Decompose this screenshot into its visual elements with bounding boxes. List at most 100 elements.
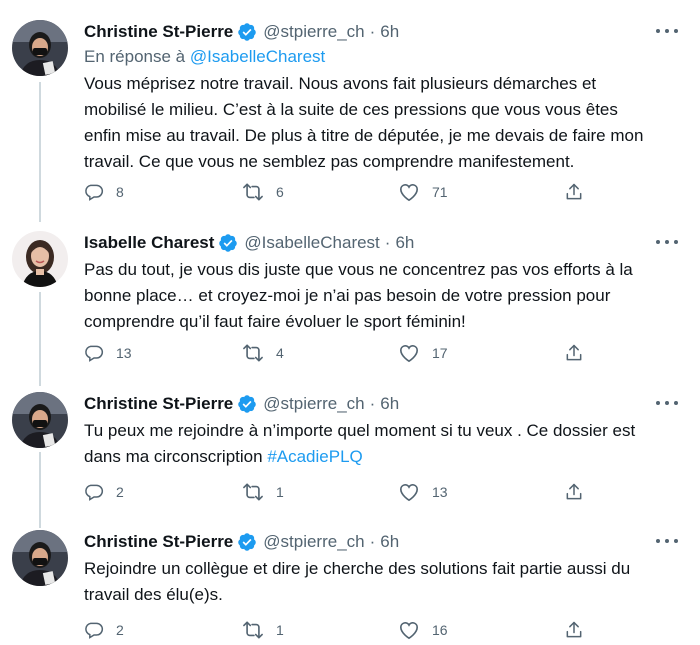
tweet-text-line: dans ma circonscription #AcadiePLQ (84, 444, 684, 470)
reply-button[interactable]: 2 (84, 618, 124, 642)
like-button[interactable]: 13 (398, 480, 448, 504)
separator: · (384, 233, 391, 252)
tweet-actions: 8 6 71 (0, 180, 700, 204)
like-button[interactable]: 71 (398, 180, 448, 204)
avatar[interactable] (12, 530, 68, 586)
retweet-button[interactable]: 4 (242, 341, 284, 365)
tweet-text-segment: dans ma circonscription (84, 447, 268, 466)
like-count: 13 (432, 484, 448, 500)
share-button[interactable] (564, 341, 584, 365)
retweet-button[interactable]: 6 (242, 180, 284, 204)
reply-context: En réponse à @IsabelleCharest (84, 47, 325, 67)
retweet-icon (243, 183, 263, 201)
tweet[interactable]: Isabelle Charest @IsabelleCharest · 6h P… (0, 231, 700, 371)
author-name[interactable]: Christine St-Pierre (84, 532, 233, 552)
tweet[interactable]: Christine St-Pierre @stpierre_ch · 6h Tu… (0, 392, 700, 502)
share-icon (566, 483, 582, 500)
tweet-header: Christine St-Pierre @stpierre_ch · 6h (84, 20, 399, 44)
reply-prefix: En réponse à (84, 47, 186, 66)
tweet-text-line: Tu peux me rejoindre à n’importe quel mo… (84, 421, 636, 440)
reply-button[interactable]: 13 (84, 341, 132, 365)
author-handle[interactable]: @IsabelleCharest (244, 233, 379, 253)
reply-button[interactable]: 8 (84, 180, 124, 204)
avatar[interactable] (12, 20, 68, 76)
timestamp[interactable]: 6h (395, 233, 414, 253)
retweet-button[interactable]: 1 (242, 618, 284, 642)
tweet-text-line: Pas du tout, je vous dis juste que vous … (84, 260, 633, 279)
tweet-actions: 13 4 17 (0, 341, 700, 365)
separator: · (369, 394, 376, 413)
share-button[interactable] (564, 180, 584, 204)
tweet-text-line: comprendre qu’il faut faire évoluer le s… (84, 312, 466, 331)
tweet-text-line: travail. Ce que vous ne semblez pas comp… (84, 152, 575, 171)
more-options-icon[interactable] (656, 534, 678, 548)
share-button[interactable] (564, 618, 584, 642)
avatar[interactable] (12, 392, 68, 448)
reply-icon (85, 345, 104, 362)
like-count: 16 (432, 622, 448, 638)
retweet-icon (243, 621, 263, 639)
reply-count: 2 (116, 484, 124, 500)
author-name[interactable]: Christine St-Pierre (84, 394, 233, 414)
retweet-button[interactable]: 1 (242, 480, 284, 504)
more-options-icon[interactable] (656, 396, 678, 410)
share-icon (566, 183, 582, 200)
retweet-icon (243, 344, 263, 362)
retweet-count: 4 (276, 345, 284, 361)
tweet-text-line: travail des élu(e)s. (84, 585, 223, 604)
tweet-header: Isabelle Charest @IsabelleCharest · 6h (84, 231, 414, 255)
separator: · (369, 22, 376, 41)
hashtag-link[interactable]: #AcadiePLQ (267, 447, 362, 466)
tweet-text-line: bonne place… et croyez-moi je n’ai pas b… (84, 286, 611, 305)
like-button[interactable]: 17 (398, 341, 448, 365)
more-options-icon[interactable] (656, 24, 678, 38)
share-icon (566, 344, 582, 361)
tweet-text: Pas du tout, je vous dis juste que vous … (84, 257, 684, 335)
tweet-header: Christine St-Pierre @stpierre_ch · 6h (84, 392, 399, 416)
reply-icon (85, 184, 104, 201)
author-name[interactable]: Christine St-Pierre (84, 22, 233, 42)
heart-icon (399, 345, 419, 363)
tweet-text-line: mobilisé le milieu. C’est à la suite de … (84, 100, 618, 119)
verified-badge-icon (237, 394, 257, 414)
retweet-count: 6 (276, 184, 284, 200)
author-handle[interactable]: @stpierre_ch (263, 394, 364, 414)
author-handle[interactable]: @stpierre_ch (263, 22, 364, 42)
tweet[interactable]: Christine St-Pierre @stpierre_ch · 6h Re… (0, 530, 700, 640)
reply-button[interactable]: 2 (84, 480, 124, 504)
retweet-count: 1 (276, 622, 284, 638)
tweet-text-line: Vous méprisez notre travail. Nous avons … (84, 74, 597, 93)
timestamp[interactable]: 6h (380, 532, 399, 552)
like-count: 71 (432, 184, 448, 200)
like-button[interactable]: 16 (398, 618, 448, 642)
avatar[interactable] (12, 231, 68, 287)
reply-icon (85, 622, 104, 639)
more-options-icon[interactable] (656, 235, 678, 249)
verified-badge-icon (237, 532, 257, 552)
author-name[interactable]: Isabelle Charest (84, 233, 214, 253)
reply-mention-link[interactable]: @IsabelleCharest (190, 47, 325, 66)
tweet-text: Rejoindre un collègue et dire je cherche… (84, 556, 684, 608)
share-button[interactable] (564, 480, 584, 504)
timestamp[interactable]: 6h (380, 394, 399, 414)
author-handle[interactable]: @stpierre_ch (263, 532, 364, 552)
separator: · (369, 532, 376, 551)
verified-badge-icon (237, 22, 257, 42)
share-icon (566, 621, 582, 638)
tweet[interactable]: Christine St-Pierre @stpierre_ch · 6h En… (0, 20, 700, 210)
heart-icon (399, 484, 419, 502)
reply-icon (85, 484, 104, 501)
verified-badge-icon (218, 233, 238, 253)
tweet-text-line: Rejoindre un collègue et dire je cherche… (84, 559, 631, 578)
timestamp[interactable]: 6h (380, 22, 399, 42)
tweet-actions: 2 1 16 (0, 618, 700, 642)
retweet-count: 1 (276, 484, 284, 500)
like-count: 17 (432, 345, 448, 361)
tweet-text-line: enfin mise au travail. De plus à titre d… (84, 126, 644, 145)
heart-icon (399, 622, 419, 640)
retweet-icon (243, 483, 263, 501)
reply-count: 8 (116, 184, 124, 200)
tweet-text: Vous méprisez notre travail. Nous avons … (84, 71, 684, 175)
tweet-text: Tu peux me rejoindre à n’importe quel mo… (84, 418, 684, 470)
tweet-header: Christine St-Pierre @stpierre_ch · 6h (84, 530, 399, 554)
